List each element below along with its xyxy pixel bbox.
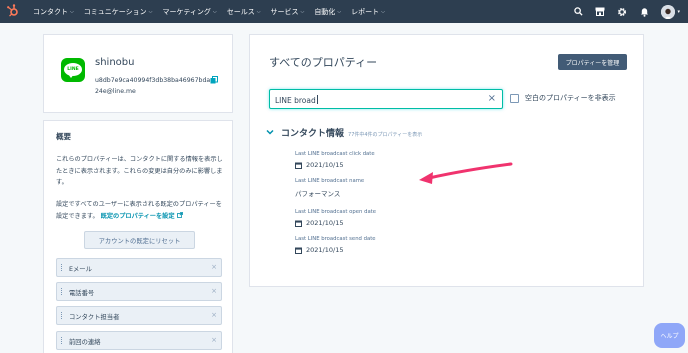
profile-card: LINE shinobu u8db7e9ca40994f3db38ba46967… — [43, 34, 233, 113]
property-item-contact-owner[interactable]: コンタクト担当者 × — [56, 306, 222, 325]
section-count: 77件中4件のプロパティーを表示 — [348, 132, 423, 138]
chevron-down-icon: ⌵ — [70, 8, 74, 15]
hide-empty-properties-toggle[interactable]: 空白のプロパティーを非表示 — [510, 93, 616, 103]
field-value[interactable]: 2021/10/15 — [295, 161, 375, 169]
field-label: Last LINE broadcast click date — [295, 151, 375, 157]
chevron-down-icon: ⌵ — [148, 8, 153, 15]
property-item-phone[interactable]: 電話番号 × — [56, 282, 222, 301]
menu-marketing[interactable]: マーケティング ⌵ — [162, 7, 216, 17]
profile-id: u8db7e9ca40994f3db38ba46967bda24e@line.m… — [95, 77, 211, 95]
copy-icon[interactable] — [210, 76, 218, 84]
calendar-icon — [295, 220, 302, 227]
menu-reports[interactable]: レポート ⌵ — [351, 7, 385, 17]
property-item-label: Eメール — [69, 266, 92, 273]
property-field[interactable]: Last LINE broadcast open date 2021/10/15 — [295, 209, 376, 227]
calendar-icon — [295, 247, 302, 254]
external-link-icon[interactable] — [176, 212, 183, 218]
line-logo-icon: LINE — [61, 58, 85, 82]
calendar-icon — [295, 162, 302, 169]
search-input-value: LINE broad — [275, 95, 318, 105]
search-icon[interactable] — [573, 7, 583, 17]
chevron-down-icon: ⌵ — [256, 8, 261, 15]
about-description: これらのプロパティーは、コンタクトに関する情報を表示したときに表示されます。これ… — [56, 156, 223, 186]
help-button[interactable]: ヘルプ — [654, 323, 685, 348]
drag-handle-icon[interactable] — [61, 264, 65, 273]
hide-empty-checkbox[interactable] — [510, 93, 519, 103]
hubspot-logo-icon[interactable] — [6, 4, 20, 18]
section-title: コンタクト情報 — [281, 129, 345, 139]
property-field[interactable]: Last LINE broadcast name パフォーマンス — [295, 178, 364, 198]
remove-icon[interactable]: × — [211, 336, 217, 344]
page-title: すべてのプロパティー — [269, 56, 378, 69]
contact-info-section-header[interactable]: コンタクト情報 77件中4件のプロパティーを表示 — [266, 126, 422, 139]
field-label: Last LINE broadcast send date — [295, 236, 376, 242]
menu-conversations[interactable]: コミュニケーション ⌵ — [84, 7, 153, 17]
chevron-down-icon: ⌵ — [212, 8, 217, 15]
field-value[interactable]: パフォーマンス — [295, 188, 364, 198]
marketplace-icon[interactable] — [595, 7, 605, 17]
chevron-down-icon[interactable]: ▾ — [677, 9, 680, 15]
manage-properties-button[interactable]: プロパティーを管理 — [558, 54, 627, 70]
hide-empty-label: 空白のプロパティーを非表示 — [525, 94, 616, 102]
settings-icon[interactable] — [617, 7, 627, 17]
field-value[interactable]: 2021/10/15 — [295, 246, 376, 254]
chevron-down-icon: ⌵ — [300, 8, 305, 15]
remove-icon[interactable]: × — [211, 287, 217, 295]
property-item-label: コンタクト担当者 — [69, 314, 120, 321]
drag-handle-icon[interactable] — [61, 312, 65, 321]
chevron-down-icon[interactable] — [266, 128, 274, 136]
field-value[interactable]: 2021/10/15 — [295, 219, 376, 227]
property-item-last-contacted[interactable]: 前回の連絡 × — [56, 331, 222, 350]
remove-icon[interactable]: × — [211, 311, 217, 319]
user-avatar[interactable] — [661, 4, 676, 19]
property-item-label: 電話番号 — [69, 290, 95, 297]
property-item-email[interactable]: Eメール × — [56, 258, 222, 277]
chevron-down-icon: ⌵ — [337, 8, 342, 15]
nav-tools: ▾ — [561, 0, 680, 23]
remove-icon[interactable]: × — [211, 263, 217, 271]
notifications-icon[interactable] — [639, 7, 649, 17]
property-field[interactable]: Last LINE broadcast click date 2021/10/1… — [295, 151, 375, 169]
property-field[interactable]: Last LINE broadcast send date 2021/10/15 — [295, 236, 376, 254]
profile-name: shinobu — [95, 57, 135, 68]
clear-search-icon[interactable]: × — [488, 93, 496, 104]
menu-automation[interactable]: 自動化 ⌵ — [314, 7, 341, 17]
menu-service[interactable]: サービス ⌵ — [271, 7, 305, 17]
property-search-input[interactable]: LINE broad × — [269, 89, 503, 109]
about-default-properties-note: 設定ですべてのユーザーに表示される既定のプロパティーを設定できます。 既定のプロ… — [56, 199, 226, 222]
drag-handle-icon[interactable] — [61, 288, 65, 297]
reset-to-account-default-button[interactable]: アカウントの既定にリセット — [84, 231, 195, 249]
annotation-arrow-icon — [419, 162, 513, 184]
about-card: 概要 これらのプロパティーは、コンタクトに関する情報を表示したときに表示されます… — [43, 120, 233, 353]
set-default-properties-link[interactable]: 既定のプロパティーを設定 — [101, 213, 175, 220]
field-label: Last LINE broadcast open date — [295, 209, 377, 215]
field-label: Last LINE broadcast name — [295, 178, 365, 184]
menu-contacts[interactable]: コンタクト ⌵ — [33, 7, 74, 17]
main-menu: コンタクト ⌵ コミュニケーション ⌵ マーケティング ⌵ セールス ⌵ サービス ⌵ 自… — [33, 0, 395, 23]
top-navigation-bar: コンタクト ⌵ コミュニケーション ⌵ マーケティング ⌵ セールス ⌵ サービス ⌵ 自… — [0, 0, 688, 23]
property-item-label: 前回の連絡 — [69, 339, 101, 346]
drag-handle-icon[interactable] — [61, 337, 65, 346]
about-title: 概要 — [56, 132, 71, 141]
menu-sales[interactable]: セールス ⌵ — [227, 7, 261, 17]
chevron-down-icon: ⌵ — [381, 8, 385, 15]
